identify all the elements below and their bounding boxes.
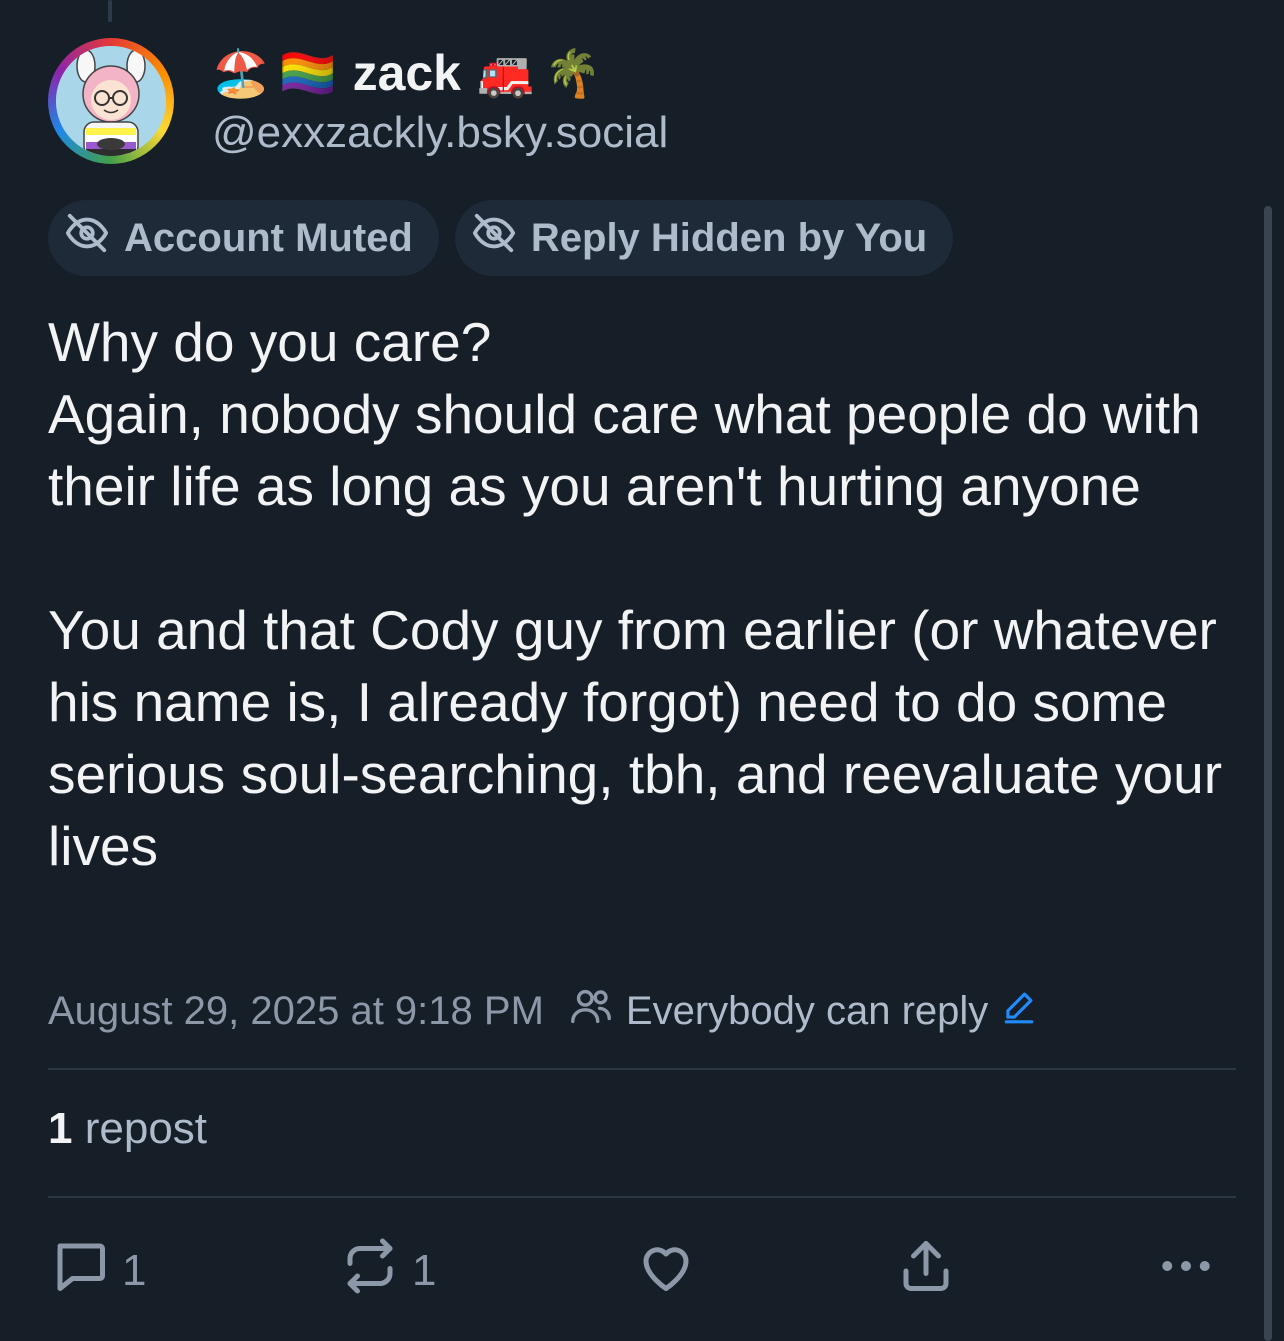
heart-icon bbox=[636, 1236, 696, 1307]
ellipsis-icon bbox=[1156, 1236, 1216, 1307]
palm-tree-emoji: 🌴 bbox=[544, 46, 602, 100]
author-handle[interactable]: @exxzackly.bsky.social bbox=[212, 108, 668, 158]
post-body-text: Why do you care? Again, nobody should ca… bbox=[48, 311, 1223, 877]
repost-button[interactable]: 1 bbox=[340, 1236, 436, 1306]
avatar-image bbox=[56, 46, 166, 156]
post-thread-view: 🏖️ 🏳️‍🌈 zack 🚒 🌴 @exxzackly.bsky.social … bbox=[0, 0, 1284, 1341]
reply-settings-button[interactable]: Everybody can reply bbox=[568, 983, 1038, 1039]
moderation-labels: Account Muted Reply Hidden by You bbox=[48, 200, 954, 276]
repost-count-label: repost bbox=[84, 1104, 208, 1153]
beach-umbrella-emoji: 🏖️ bbox=[212, 46, 270, 100]
reply-button[interactable]: 1 bbox=[50, 1236, 146, 1306]
pencil-icon bbox=[1000, 987, 1038, 1035]
thread-connector-line bbox=[108, 0, 112, 22]
scrollbar[interactable] bbox=[1264, 206, 1272, 1341]
share-button[interactable] bbox=[896, 1236, 956, 1306]
author-name-row[interactable]: 🏖️ 🏳️‍🌈 zack 🚒 🌴 bbox=[212, 38, 602, 108]
people-icon bbox=[568, 983, 614, 1039]
post-meta-row: August 29, 2025 at 9:18 PM Everybody can… bbox=[48, 982, 1038, 1040]
label-account-muted[interactable]: Account Muted bbox=[48, 200, 439, 276]
author-display-name: zack bbox=[352, 45, 461, 101]
repost-action-count: 1 bbox=[412, 1246, 437, 1295]
reply-setting-text: Everybody can reply bbox=[625, 988, 989, 1033]
divider bbox=[48, 1196, 1236, 1198]
speech-bubble-icon bbox=[50, 1236, 110, 1307]
like-button[interactable] bbox=[636, 1236, 696, 1306]
post-timestamp: August 29, 2025 at 9:18 PM bbox=[48, 988, 544, 1033]
reply-count: 1 bbox=[122, 1246, 147, 1295]
rainbow-flag-emoji: 🏳️‍🌈 bbox=[279, 46, 337, 100]
more-options-button[interactable] bbox=[1156, 1236, 1216, 1306]
label-text: Account Muted bbox=[124, 215, 413, 260]
eye-slash-icon bbox=[471, 210, 517, 266]
label-reply-hidden[interactable]: Reply Hidden by You bbox=[454, 200, 954, 276]
label-text: Reply Hidden by You bbox=[530, 215, 928, 260]
share-icon bbox=[896, 1236, 956, 1307]
divider bbox=[48, 1068, 1236, 1070]
repost-count-number: 1 bbox=[48, 1104, 73, 1153]
repost-count-link[interactable]: 1 repost bbox=[48, 1104, 207, 1154]
fire-engine-emoji: 🚒 bbox=[477, 46, 535, 100]
avatar[interactable] bbox=[48, 38, 174, 164]
repost-icon bbox=[340, 1236, 400, 1307]
eye-slash-icon bbox=[64, 210, 110, 266]
